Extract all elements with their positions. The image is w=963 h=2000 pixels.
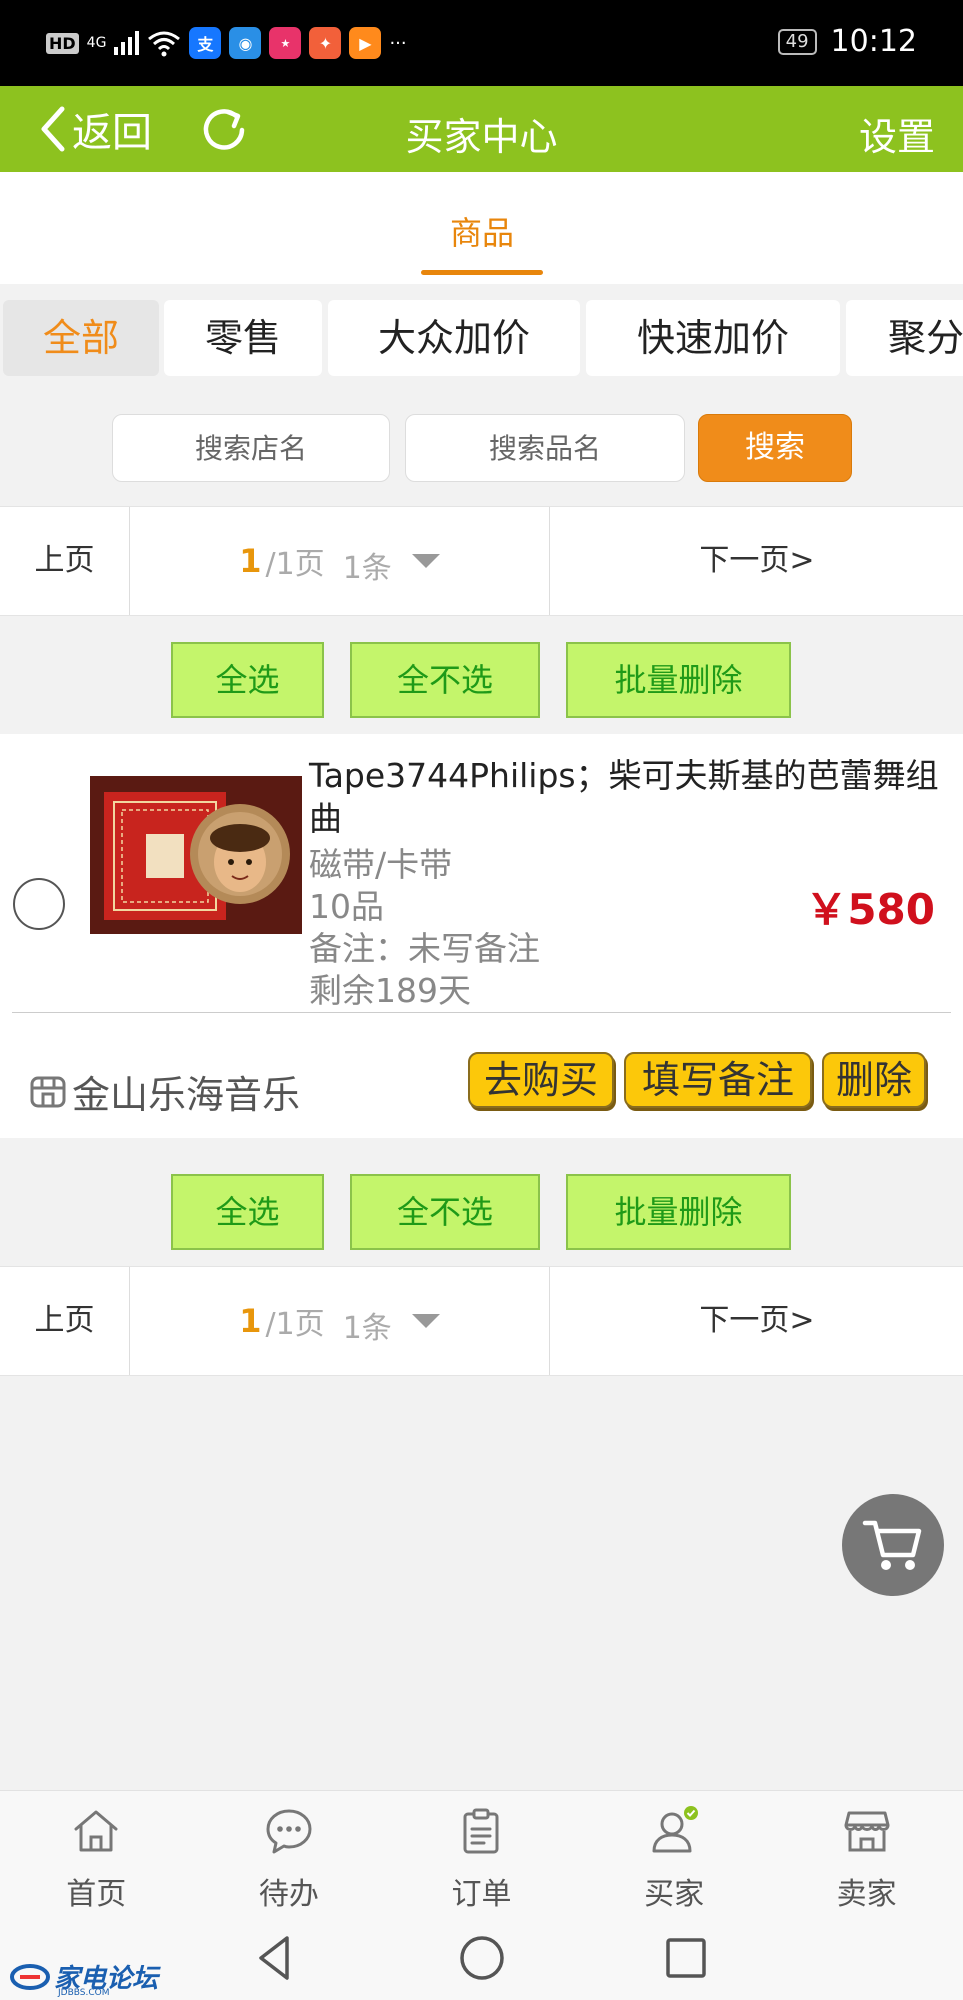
tab-products[interactable]: 商品 [421,208,543,254]
select-none-button[interactable]: 全不选 [350,642,540,718]
list-item: Tape3744Philips；柴可夫斯基的芭蕾舞组曲 磁带/卡带 10品 备注… [0,734,963,1138]
page-select-bottom[interactable]: 1 /1页 1条 [130,1267,550,1375]
caret-down-icon [411,1314,440,1328]
item-remaining: 剩余189天 [309,971,471,1010]
more-notifications: ··· [389,32,407,54]
item-note: 备注：未写备注 [309,929,540,968]
clipboard-icon [463,1808,499,1854]
select-all-button-bottom[interactable]: 全选 [171,1174,324,1250]
prev-page-button[interactable]: 上页 [0,507,130,615]
settings-button[interactable]: 设置 [859,106,935,161]
category-all[interactable]: 全部 [3,300,159,376]
nav-home[interactable]: 首页 [0,1791,193,1918]
tab-bar: 商品 [0,172,963,284]
category-retail[interactable]: 零售 [164,300,322,376]
battery-icon: 49 [777,28,817,55]
item-category: 磁带/卡带 [309,845,453,884]
home-circle-icon[interactable] [452,1928,512,1988]
chat-icon [266,1809,312,1854]
store-icon [844,1811,890,1852]
video-app-icon: ▶ [349,27,382,59]
store-icon [30,1076,66,1107]
category-quick-markup[interactable]: 快速加价 [586,300,840,376]
nav-todo[interactable]: 待办 [193,1791,386,1918]
shop-name: 金山乐海音乐 [72,1073,301,1117]
search-button[interactable]: 搜索 [698,414,852,482]
nav-buyer[interactable]: 买家 [578,1791,771,1918]
next-page-button-bottom[interactable]: 下一页> [551,1267,963,1375]
floating-cart-button[interactable] [842,1494,944,1596]
hd-indicator: HD [46,32,79,54]
user-icon [652,1806,699,1853]
nav-todo-label: 待办 [258,1877,319,1912]
select-all-button[interactable]: 全选 [171,642,324,718]
item-title[interactable]: Tape3744Philips；柴可夫斯基的芭蕾舞组曲 [309,754,949,840]
item-select-radio[interactable] [13,878,65,930]
page-select[interactable]: 1 /1页 1条 [130,507,550,615]
signal-icon [114,31,140,55]
pager-top: 上页 1 /1页 1条 下一页> [0,506,963,616]
batch-delete-button[interactable]: 批量删除 [566,642,791,718]
wifi-icon [148,31,181,57]
network-indicator: 4G [86,35,107,51]
write-note-button[interactable]: 填写备注 [624,1052,812,1108]
status-icons: HD 4G 支 ◉ ★ ✦ ▶ ··· [46,26,407,60]
alipay-app-icon: 支 [189,27,222,59]
bottom-nav: 首页 待办 订单 买家 卖家 [0,1790,963,1918]
item-search-input[interactable] [405,414,685,482]
nav-home-label: 首页 [66,1877,127,1912]
status-bar: HD 4G 支 ◉ ★ ✦ ▶ ··· 49 10:12 [0,0,963,86]
nav-seller-label: 卖家 [836,1877,897,1912]
watermark-subtext: JDBBS.COM [58,1988,110,1998]
item-condition: 10品 [309,887,384,926]
pager-bottom: 上页 1 /1页 1条 下一页> [0,1266,963,1376]
status-right: 49 10:12 [777,24,917,59]
total-pages: /1页 [265,1307,325,1342]
back-triangle-icon[interactable] [247,1928,307,1988]
promo-app-icon: ★ [269,27,302,59]
result-count: 1条 [342,1311,392,1346]
page-title: 买家中心 [405,115,558,159]
next-page-button[interactable]: 下一页> [551,507,963,615]
nav-buyer-label: 买家 [644,1877,705,1912]
prev-page-button-bottom[interactable]: 上页 [0,1267,130,1375]
item-price: ￥580 [805,885,935,934]
buy-button[interactable]: 去购买 [468,1052,614,1108]
clock: 10:12 [830,24,917,59]
shop-link[interactable]: 金山乐海音乐 [28,1064,300,1119]
app-header: 返回 买家中心 设置 [0,86,963,172]
result-count: 1条 [342,551,392,586]
select-none-button-bottom[interactable]: 全不选 [350,1174,540,1250]
caret-down-icon [411,554,440,568]
total-pages: /1页 [265,547,325,582]
recents-square-icon[interactable] [656,1928,716,1988]
tab-indicator [421,270,543,275]
nav-orders-label: 订单 [451,1877,512,1912]
current-page: 1 [239,1302,262,1340]
divider [12,1012,951,1013]
nav-seller[interactable]: 卖家 [770,1791,963,1918]
browser-app-icon: ◉ [229,27,262,59]
nav-orders[interactable]: 订单 [385,1791,578,1918]
batch-delete-button-bottom[interactable]: 批量删除 [566,1174,791,1250]
forum-watermark: 家电论坛 JDBBS.COM [10,1958,158,1998]
category-filter-row: 全部 零售 大众加价 快速加价 聚分 [0,300,963,378]
forum-logo-icon [10,1963,50,1990]
delete-button[interactable]: 删除 [822,1052,926,1108]
current-page: 1 [239,542,262,580]
home-icon [74,1810,118,1852]
category-more[interactable]: 聚分 [846,300,963,376]
item-thumbnail[interactable] [90,776,302,934]
activity-app-icon: ✦ [309,27,342,59]
category-public-markup[interactable]: 大众加价 [328,300,580,376]
shop-search-input[interactable] [112,414,390,482]
cart-icon [862,1520,922,1570]
